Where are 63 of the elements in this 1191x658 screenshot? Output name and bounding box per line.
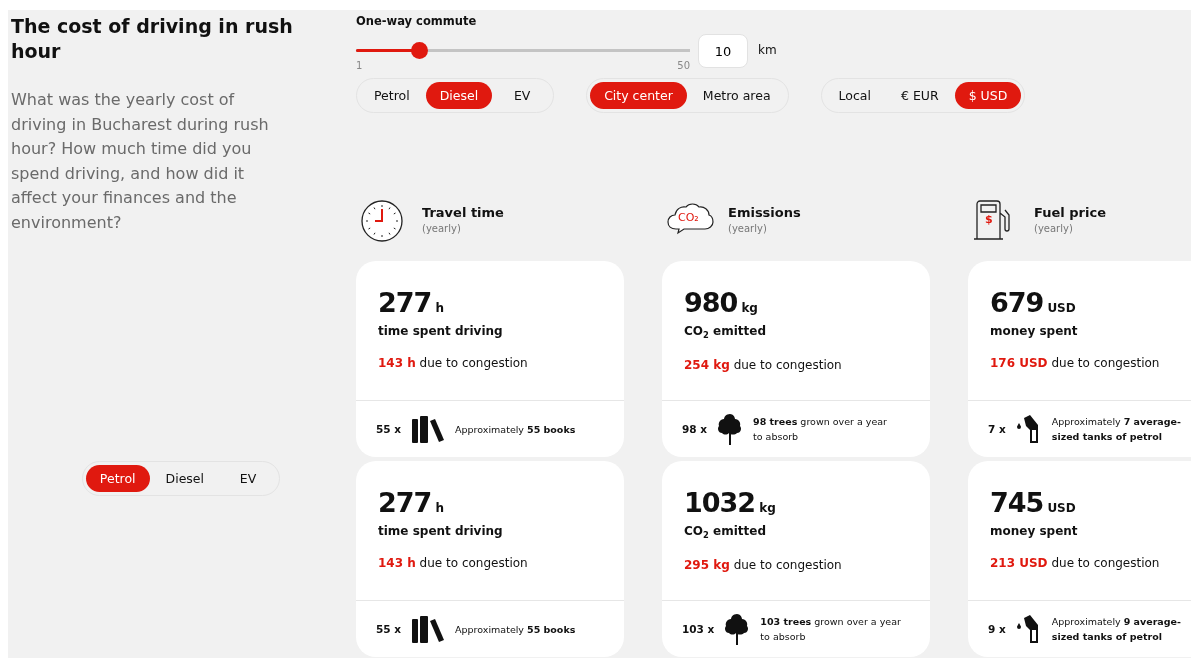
stat-value: 1032 kg	[684, 487, 777, 518]
page-title: The cost of driving in rush hour	[11, 14, 294, 64]
stat-value: 679 USD	[990, 287, 1077, 318]
equivalent-text: Approximately 55 books	[455, 622, 576, 637]
congestion-text: 213 USD due to congestion	[990, 556, 1161, 570]
slider-thumb[interactable]	[411, 42, 429, 59]
fuel-pump-icon	[972, 199, 1012, 241]
equivalent-count: 7 x	[988, 423, 1006, 435]
toggle-option[interactable]: Diesel	[425, 82, 493, 109]
congestion-text: 143 h due to congestion	[378, 356, 529, 370]
tree-icon	[717, 413, 744, 445]
co2-label: CO₂	[678, 212, 699, 224]
stat-label: money spent	[990, 324, 1079, 338]
slider-label: One-way commute	[356, 14, 478, 28]
toggle-option[interactable]: EV	[220, 465, 276, 492]
distance-input[interactable]: 10	[698, 34, 748, 68]
equivalent-text: Approximately 55 books	[455, 422, 576, 437]
toggle-option[interactable]: Metro area	[688, 82, 785, 109]
equivalent-text: Approximately 7 average-sized tanks of petrol	[1051, 415, 1182, 444]
equivalent-count: 55 x	[376, 423, 402, 435]
books-icon	[411, 415, 446, 443]
intro-text: What was the yearly cost of driving in Bucharest during rush hour? How much time did you spend driving, and how did it affect your finances and the environment?	[11, 89, 270, 234]
toggle-option[interactable]: Petrol	[85, 465, 150, 492]
stat-label: money spent	[990, 524, 1079, 538]
equivalent-count: 9 x	[988, 623, 1006, 635]
stat-value: 277 h	[378, 487, 445, 518]
equivalent-count: 103 x	[682, 623, 715, 635]
toggle-option[interactable]: Diesel	[151, 465, 218, 492]
stat-label: CO$_{2}$ emitted	[684, 324, 767, 341]
slider-min: 1	[356, 60, 363, 71]
category-title: Fuel price	[1034, 205, 1106, 220]
stat-value: 745 USD	[990, 487, 1077, 518]
congestion-text: 295 kg due to congestion	[684, 558, 843, 573]
category-title: Travel time	[422, 205, 504, 220]
toggle-option[interactable]: City center	[590, 82, 687, 109]
category-subtitle: (yearly)	[728, 223, 768, 234]
slider-max: 50	[677, 60, 690, 71]
toggle-option[interactable]: $ USD	[954, 82, 1022, 109]
category-subtitle: (yearly)	[422, 223, 462, 234]
clock-icon	[360, 199, 404, 243]
equivalent-count: 55 x	[376, 623, 402, 635]
stat-label: time spent driving	[378, 524, 504, 538]
congestion-text: 254 kg due to congestion	[684, 358, 843, 373]
congestion-text: 143 h due to congestion	[378, 556, 529, 570]
equivalent-text: 103 trees grown over a year to absorb	[760, 615, 902, 644]
category-subtitle: (yearly)	[1034, 223, 1074, 234]
toggle-option[interactable]: Local	[824, 82, 885, 109]
equivalent-text: 98 trees grown over a year to absorb	[753, 415, 888, 444]
stat-label: CO$_{2}$ emitted	[684, 524, 767, 541]
stat-value: 277 h	[378, 287, 445, 318]
stat-label: time spent driving	[378, 324, 504, 338]
equivalent-text: Approximately 9 average-sized tanks of petrol	[1051, 615, 1182, 644]
congestion-text: 176 USD due to congestion	[990, 356, 1161, 370]
toggle-option[interactable]: Petrol	[360, 82, 424, 109]
category-title: Emissions	[728, 205, 801, 220]
stat-value: 980 kg	[684, 287, 759, 318]
dollar-sign: $	[985, 214, 993, 226]
unit-label: km	[758, 43, 777, 57]
tree-icon	[724, 613, 751, 645]
books-icon	[411, 615, 446, 643]
equivalent-count: 98 x	[682, 423, 708, 435]
toggle-option[interactable]: EV	[494, 82, 551, 109]
toggle-option[interactable]: € EUR	[887, 82, 953, 109]
